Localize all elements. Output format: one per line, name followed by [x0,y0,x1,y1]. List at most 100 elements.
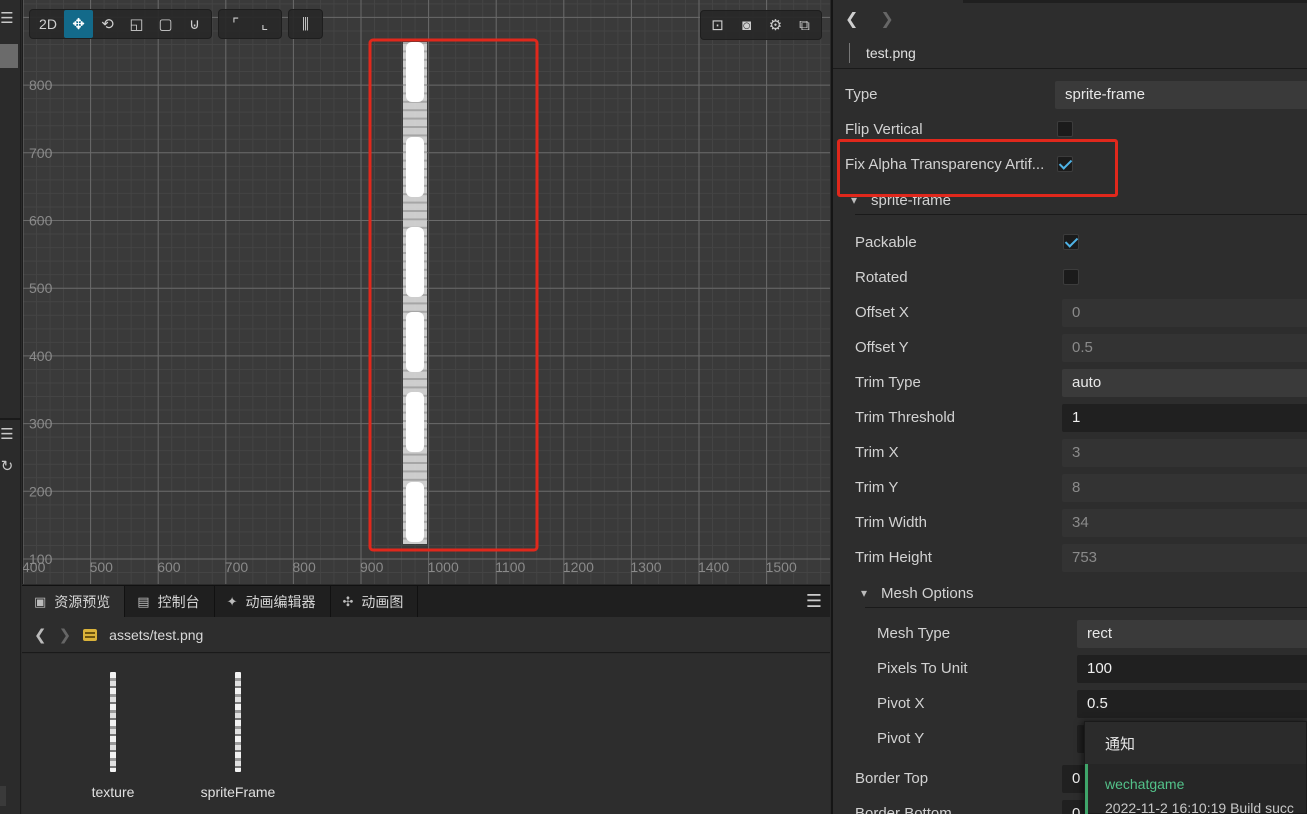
selected-node-highlight[interactable] [0,44,18,68]
refresh-icon[interactable]: ↻ [0,459,14,474]
y-tick-label: 800 [29,77,53,93]
sprite-image[interactable] [403,42,427,544]
asset-thumbnail [110,672,116,772]
prop-label: Pixels To Unit [877,660,968,677]
packable-checkbox[interactable] [1063,234,1079,250]
image-icon: ▣ [34,594,47,609]
notification-body: wechatgame 2022-11-2 16:10:19 Build succ [1085,764,1307,814]
2d-toggle-button[interactable]: 2D [32,10,64,38]
notification-title: wechatgame [1105,776,1185,792]
gear-icon[interactable]: ⚙ [761,11,790,39]
forward-icon[interactable]: ❯ [880,9,893,29]
offset-y-field[interactable]: 0.5 [1062,333,1307,362]
rotated-checkbox[interactable] [1063,269,1079,285]
x-tick-label: 600 [157,559,181,575]
pixels-to-unit-field[interactable]: 100 [1077,654,1307,683]
tab-console[interactable]: ▤ 控制台 [125,586,215,618]
notification-header: 通知 [1085,722,1306,764]
y-tick-label: 600 [29,213,53,229]
panel-divider[interactable] [0,418,21,420]
pivot-x-field[interactable]: 0.5 [1077,689,1307,718]
animation-icon: ✦ [226,594,238,609]
asset-texture[interactable]: texture [63,672,163,800]
asset-label: spriteFrame [200,784,276,800]
transform-tools: 2D ✥ ⟲ ◱ ▢ ⊍ [29,9,212,39]
rect-icon[interactable]: ▢ [151,10,180,38]
pivot-tools: ⌜ ⌞ [218,9,282,39]
view-icon[interactable]: ⊡ [703,11,732,39]
tab-label: 动画图 [361,594,404,610]
prop-label: Trim Threshold [855,409,956,426]
notification-toast[interactable]: 通知 wechatgame 2022-11-2 16:10:19 Build s… [1084,721,1307,814]
asset-label: texture [91,784,135,800]
chevron-down-icon: ▾ [861,586,868,600]
prop-trim-height: Trim Height 753 [833,540,1307,575]
trim-width-field[interactable]: 34 [1062,508,1307,537]
annotation-highlight-sprite [368,38,539,552]
forward-icon[interactable]: ❯ [59,626,72,644]
trim-y-field[interactable]: 8 [1062,473,1307,502]
prop-mesh-type: Mesh Type rect [833,616,1307,651]
x-tick-label: 900 [360,559,384,575]
tab-label: 资源预览 [54,594,111,610]
x-tick-label: 1400 [698,559,729,575]
tab-animation-editor[interactable]: ✦ 动画编辑器 [215,586,331,618]
type-select[interactable]: sprite-frame [1055,80,1307,109]
prop-trim-y: Trim Y 8 [833,470,1307,505]
notification-message: 2022-11-2 16:10:19 Build succ [1105,800,1294,814]
trim-x-field[interactable]: 3 [1062,438,1307,467]
asset-spriteframe[interactable]: spriteFrame [188,672,288,800]
align-icon[interactable]: ⫼ [291,10,320,38]
scale-icon[interactable]: ◱ [122,10,151,38]
back-icon[interactable]: ❮ [845,9,858,29]
anchor-icon[interactable]: ⌜ [221,10,250,38]
menu-icon-2[interactable]: ☰ [0,427,14,442]
move-icon[interactable]: ✥ [64,10,93,38]
section-mesh-options[interactable]: ▾ Mesh Options [833,579,1307,607]
menu-icon[interactable]: ☰ [0,11,14,26]
inspector-file-header: test.png [849,42,916,64]
tab-animation-graph[interactable]: ✣ 动画图 [331,586,419,618]
prop-label: Pivot Y [877,730,925,747]
prop-pixels-to-unit: Pixels To Unit 100 [833,651,1307,686]
trim-type-select[interactable]: auto [1062,368,1307,397]
breadcrumb-path[interactable]: assets/test.png [109,627,203,643]
breadcrumb-root: assets [109,626,150,643]
rotate-icon[interactable]: ⟲ [93,10,122,38]
local-icon[interactable]: ⌞ [250,10,279,38]
left-panel-strip: ☰ ☰ ↻ [0,0,21,814]
trim-threshold-field[interactable]: 1 [1062,403,1307,432]
prop-trim-type: Trim Type auto [833,365,1307,400]
camera-icon[interactable]: ◙ [732,11,761,39]
y-tick-label: 700 [29,145,53,161]
scene-right-tools: ⊡ ◙ ⚙ ⧉ [700,10,822,40]
prop-label: Trim Type [855,374,921,391]
x-tick-label: 1000 [428,559,459,575]
offset-x-field[interactable]: 0 [1062,298,1307,327]
y-tick-label: 300 [29,416,53,432]
y-tick-label: 500 [29,280,53,296]
snap-icon[interactable]: ⊍ [180,10,209,38]
graph-icon: ✣ [342,594,354,609]
tab-label: 控制台 [157,594,200,610]
x-tick-label: 700 [225,559,249,575]
gizmo-icon[interactable]: ⧉ [790,11,819,39]
file-indicator [849,43,850,63]
mesh-type-select[interactable]: rect [1077,619,1307,648]
panel-menu-icon[interactable]: ☰ [798,586,830,617]
prop-label: Border Bottom [855,805,952,814]
scrollbar-stub[interactable] [0,786,6,806]
trim-height-field[interactable]: 753 [1062,543,1307,572]
prop-trim-x: Trim X 3 [833,435,1307,470]
x-tick-label: 800 [292,559,316,575]
breadcrumb-file: test.png [153,626,204,643]
scene-view[interactable]: 400 500 600 700 800 900 1000 1100 1200 1300 1400 15… [22,0,830,584]
prop-trim-width: Trim Width 34 [833,505,1307,540]
back-icon[interactable]: ❮ [34,626,47,644]
annotation-highlight-inspector [837,139,1118,197]
y-tick-label: 400 [29,348,53,364]
tab-asset-preview[interactable]: ▣ 资源预览 [22,586,126,618]
flip-vertical-checkbox[interactable] [1057,121,1073,137]
asset-preview-area: texture spriteFrame [22,654,830,814]
divider [833,68,1307,69]
